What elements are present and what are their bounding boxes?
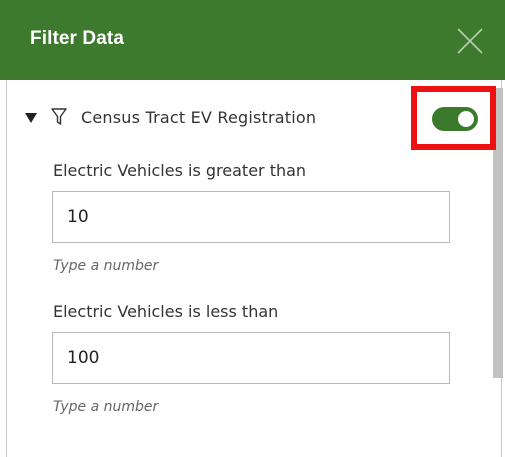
less-than-label: Electric Vehicles is less than bbox=[53, 302, 279, 321]
layer-title: Census Tract EV Registration bbox=[81, 107, 317, 127]
less-than-input[interactable] bbox=[52, 332, 450, 384]
close-button[interactable] bbox=[457, 28, 483, 54]
greater-than-hint: Type a number bbox=[53, 258, 159, 274]
less-than-hint: Type a number bbox=[53, 399, 159, 415]
panel-title: Filter Data bbox=[30, 28, 125, 49]
greater-than-label: Electric Vehicles is greater than bbox=[53, 161, 307, 180]
filter-data-panel: Filter Data Census Tract EV Registration… bbox=[0, 0, 505, 457]
panel-header: Filter Data bbox=[0, 0, 505, 80]
triangle-down-icon[interactable] bbox=[25, 113, 37, 123]
greater-than-input[interactable] bbox=[52, 191, 450, 243]
layer-filter-toggle[interactable] bbox=[432, 107, 478, 131]
layer-row[interactable]: Census Tract EV Registration bbox=[25, 103, 316, 131]
close-icon bbox=[457, 28, 483, 54]
toggle-knob bbox=[458, 111, 474, 127]
filter-icon bbox=[51, 108, 67, 125]
